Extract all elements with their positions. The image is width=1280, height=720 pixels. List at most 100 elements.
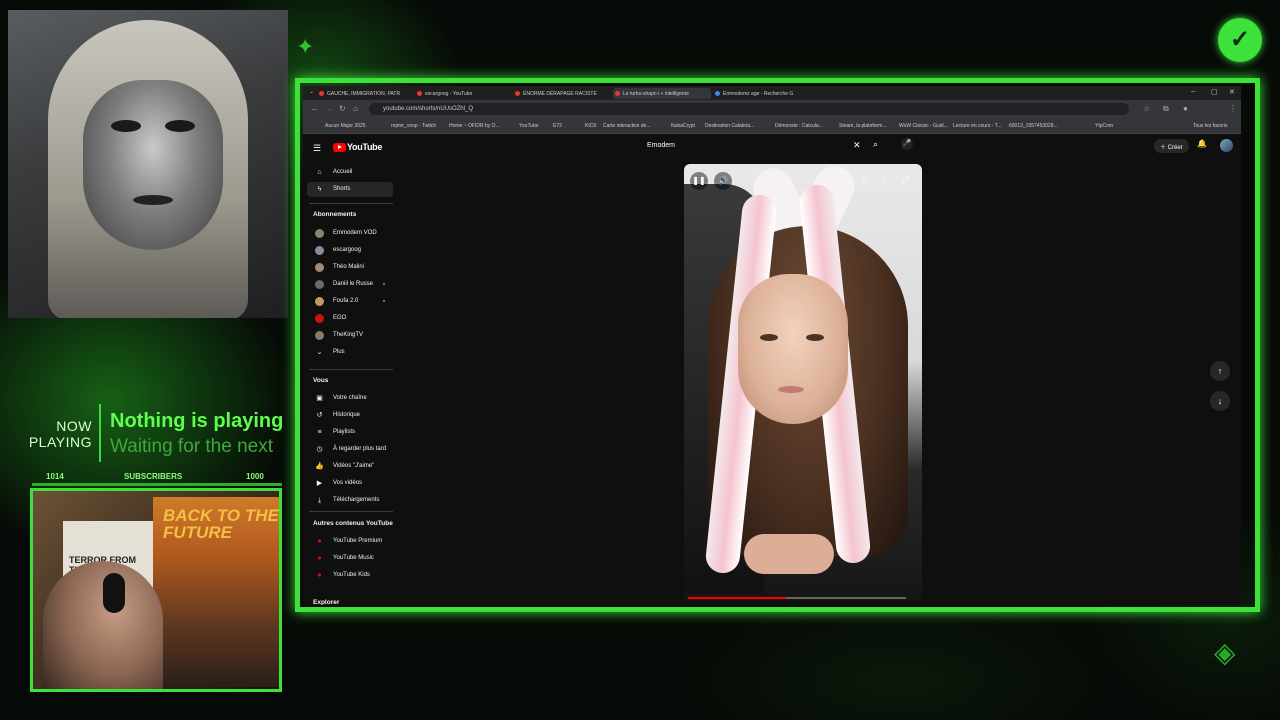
- now-playing-divider: [99, 404, 101, 462]
- avatar[interactable]: [1220, 139, 1233, 152]
- corner-logo-icon: ◈: [1214, 637, 1236, 668]
- search-input[interactable]: Emodem: [643, 138, 865, 154]
- back-icon[interactable]: ←: [311, 104, 319, 113]
- search-icon[interactable]: ⌕: [873, 139, 878, 150]
- subscriptions-header[interactable]: Abonnements: [313, 211, 356, 218]
- tab-label: Emmodemz age - Recherche G: [723, 91, 794, 97]
- watch-later-icon: ◷: [316, 446, 323, 453]
- fullscreen-icon[interactable]: ⤢: [896, 172, 914, 190]
- sidebar-item[interactable]: ● YouTube Music: [307, 551, 393, 566]
- bookmark-item[interactable]: Aucun Major 2025: [325, 123, 366, 129]
- subs-current: 1014: [46, 472, 64, 481]
- sidebar-item[interactable]: ≡ Playlists: [307, 425, 393, 440]
- youtube-logo[interactable]: YouTube: [333, 142, 382, 152]
- channel-avatar-icon: [315, 229, 324, 238]
- home-icon[interactable]: ⌂: [353, 104, 358, 113]
- frog-logo-icon: ✦: [296, 34, 315, 59]
- sidebar-item[interactable]: ⌄ Plus: [307, 345, 393, 360]
- captions-icon[interactable]: ▭: [856, 172, 874, 190]
- bookmark-item[interactable]: Tous les favoris: [1193, 123, 1227, 129]
- bookmark-item[interactable]: KICK: [585, 123, 597, 129]
- youtube-app: ☰ YouTube Emodem ✕ ⌕ 🎤 ＋ Créer 🔔 ⌂ Accuei…: [303, 134, 1241, 605]
- live-dot: [383, 300, 385, 302]
- tab-label: escargoog - YouTube: [425, 91, 473, 97]
- tab-list-chevron-icon[interactable]: ⌄: [309, 88, 314, 95]
- url-input[interactable]: youtube.com/shorts/nUUsOZhl_Q: [369, 103, 1129, 115]
- now-playing-subtitle: Waiting for the next: [110, 436, 273, 457]
- sidebar-item[interactable]: EGO: [307, 311, 393, 326]
- previous-short-button[interactable]: ↑: [1210, 361, 1230, 381]
- sidebar-item-label: Daniil le Russe: [333, 281, 374, 287]
- volume-icon[interactable]: 🔊: [714, 172, 732, 190]
- sidebar-item[interactable]: ● YouTube Premium: [307, 534, 393, 549]
- bookmark-item[interactable]: YouTube: [519, 123, 539, 129]
- tab-favicon-icon: [417, 91, 422, 96]
- sidebar-item[interactable]: ▶ Vos vidéos: [307, 476, 393, 491]
- mic-icon[interactable]: 🎤: [901, 138, 913, 150]
- bookmark-item[interactable]: Carte interactive de...: [603, 123, 651, 129]
- short-video-player[interactable]: ❚❚ 🔊 ▭ ⋮ ⤢: [684, 164, 922, 601]
- explore-header[interactable]: Explorer: [313, 599, 339, 605]
- browser-tab[interactable]: GAUCHE, IMMIGRATION, PATR: [317, 88, 413, 99]
- pause-icon[interactable]: ❚❚: [690, 172, 708, 190]
- sidebar-item[interactable]: Daniil le Russe: [307, 277, 393, 292]
- channel-avatar-icon: [315, 280, 324, 289]
- bookmark-item[interactable]: Lecture en cours - T...: [953, 123, 1001, 129]
- bookmark-item[interactable]: WoW Classic - Guid...: [899, 123, 948, 129]
- bookmark-item[interactable]: Steam, la plateform...: [839, 123, 887, 129]
- video-progress[interactable]: [688, 597, 906, 599]
- tab-favicon-icon: [319, 91, 324, 96]
- minimize-icon[interactable]: –: [1191, 88, 1195, 95]
- profile-icon[interactable]: ●: [1183, 104, 1188, 113]
- reload-icon[interactable]: ↻: [339, 104, 346, 113]
- menu-icon[interactable]: ⋮: [1229, 104, 1237, 113]
- history-icon: ↺: [316, 412, 323, 419]
- sidebar-item[interactable]: ⤓ Téléchargements: [307, 493, 393, 508]
- webcam-bottom: TERROR FROM THE BACK TO THE FUTURE: [30, 488, 282, 692]
- clear-search-icon[interactable]: ✕: [853, 140, 861, 151]
- sidebar-item[interactable]: ↺ Historique: [307, 408, 393, 423]
- sidebar-item[interactable]: Emmodem VOD: [307, 226, 393, 241]
- browser-tab[interactable]: escargoog - YouTube: [415, 88, 511, 99]
- sidebar-item[interactable]: escargoog: [307, 243, 393, 258]
- forward-icon[interactable]: →: [325, 104, 333, 113]
- face: [738, 274, 848, 424]
- sidebar-item[interactable]: TheKingTV: [307, 328, 393, 343]
- sidebar-item[interactable]: ▣ Votre chaîne: [307, 391, 393, 406]
- bookmark-item[interactable]: 60013_1557453028...: [1009, 123, 1058, 129]
- bookmark-item[interactable]: NubaCrypt: [671, 123, 695, 129]
- you-header[interactable]: Vous: [313, 377, 328, 384]
- sidebar-item-label: escargoog: [333, 247, 362, 253]
- shorts-icon: ϟ: [317, 186, 322, 193]
- bookmark-item[interactable]: Démonste : Calcula...: [775, 123, 823, 129]
- other-youtube-header[interactable]: Autres contenus YouTube: [313, 520, 393, 527]
- sidebar-item[interactable]: ϟ Shorts: [307, 182, 393, 197]
- browser-tab[interactable]: Le turbo-shapo i + intelligente: [613, 88, 711, 99]
- browser-tab[interactable]: Emmodemz age - Recherche G: [713, 88, 811, 99]
- sidebar-item[interactable]: Foufa 2.0: [307, 294, 393, 309]
- bell-icon[interactable]: 🔔: [1197, 139, 1207, 148]
- bookmark-item[interactable]: Destination Calabria...: [705, 123, 754, 129]
- sidebar-item[interactable]: ◷ À regarder plus tard: [307, 442, 393, 457]
- bookmark-item[interactable]: E72: [553, 123, 562, 129]
- tab-bar: ⌄ GAUCHE, IMMIGRATION, PATR escargoog - Y…: [303, 86, 1241, 100]
- browser-tab[interactable]: ÉNORME DÉRAPAGE RACISTE: [513, 88, 611, 99]
- bookmark-star-icon[interactable]: ☆: [1143, 104, 1150, 113]
- chevron-down-icon: ⌄: [316, 349, 323, 356]
- extensions-icon[interactable]: ⧉: [1163, 104, 1169, 114]
- bookmark-item[interactable]: reptor_voop - Twitch: [391, 123, 436, 129]
- sidebar-item-label: Accueil: [333, 169, 353, 175]
- hamburger-menu-icon[interactable]: ☰: [313, 143, 321, 154]
- bookmark-item[interactable]: YtpCom: [1095, 123, 1113, 129]
- sidebar-item[interactable]: ● YouTube Kids: [307, 568, 393, 583]
- create-button[interactable]: ＋ Créer: [1154, 139, 1189, 153]
- channel-avatar: [315, 314, 324, 323]
- sidebar-item[interactable]: 👍 Vidéos "J'aime": [307, 459, 393, 474]
- close-window-icon[interactable]: ✕: [1229, 88, 1235, 96]
- sidebar-item[interactable]: Théo Malini: [307, 260, 393, 275]
- maximize-icon[interactable]: ▢: [1211, 88, 1218, 96]
- sidebar-item[interactable]: ⌂ Accueil: [307, 165, 393, 180]
- more-options-icon[interactable]: ⋮: [876, 172, 894, 190]
- bookmark-item[interactable]: Home ~ OFIDR by O...: [449, 123, 500, 129]
- next-short-button[interactable]: ↓: [1210, 391, 1230, 411]
